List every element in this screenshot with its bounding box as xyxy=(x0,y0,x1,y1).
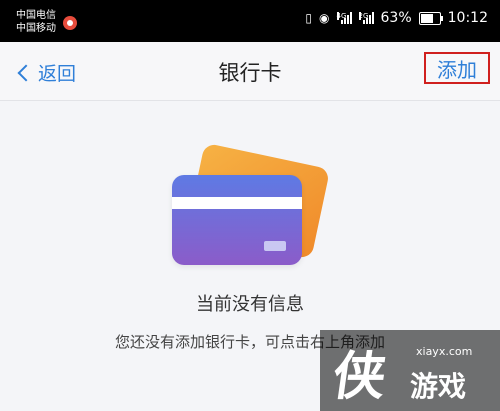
card-chip xyxy=(264,241,286,251)
card-stripe xyxy=(172,197,302,209)
watermark-text: 游戏 xyxy=(410,370,467,403)
carrier-1: 中国电信 xyxy=(16,10,56,21)
signal-4g-icon: 4G xyxy=(336,12,352,24)
watermark-url: xiayx.com xyxy=(416,345,473,358)
vibrate-icon: ▯ xyxy=(305,11,313,25)
network-label-2g: 2G xyxy=(358,12,369,20)
eye-comfort-icon: ◉ xyxy=(319,11,330,25)
signal-2g-icon: 2G xyxy=(358,12,374,24)
carrier-2: 中国移动 xyxy=(16,23,56,34)
add-card-button[interactable]: 添加 xyxy=(424,52,490,84)
bank-card-illustration xyxy=(170,142,331,271)
empty-state-title: 当前没有信息 xyxy=(196,294,304,315)
battery-icon xyxy=(418,11,443,25)
navigation-bar: 返回 银行卡 添加 xyxy=(0,42,500,101)
watermark-logo-glyph: 侠 xyxy=(329,347,390,407)
clock: 10:12 xyxy=(447,10,488,26)
network-label-4g: 4G xyxy=(336,12,347,20)
system-indicators: ▯ ◉ 4G 2G 63% 10:12 xyxy=(305,10,488,26)
carrier-info: 中国电信 中国移动 xyxy=(16,9,56,35)
card-front-illustration xyxy=(172,175,302,265)
status-bar: 中国电信 中国移动 ▯ ◉ 4G 2G 63% 10:12 xyxy=(0,0,500,42)
battery-percent: 63% xyxy=(380,10,412,26)
location-pin-icon xyxy=(63,16,77,30)
